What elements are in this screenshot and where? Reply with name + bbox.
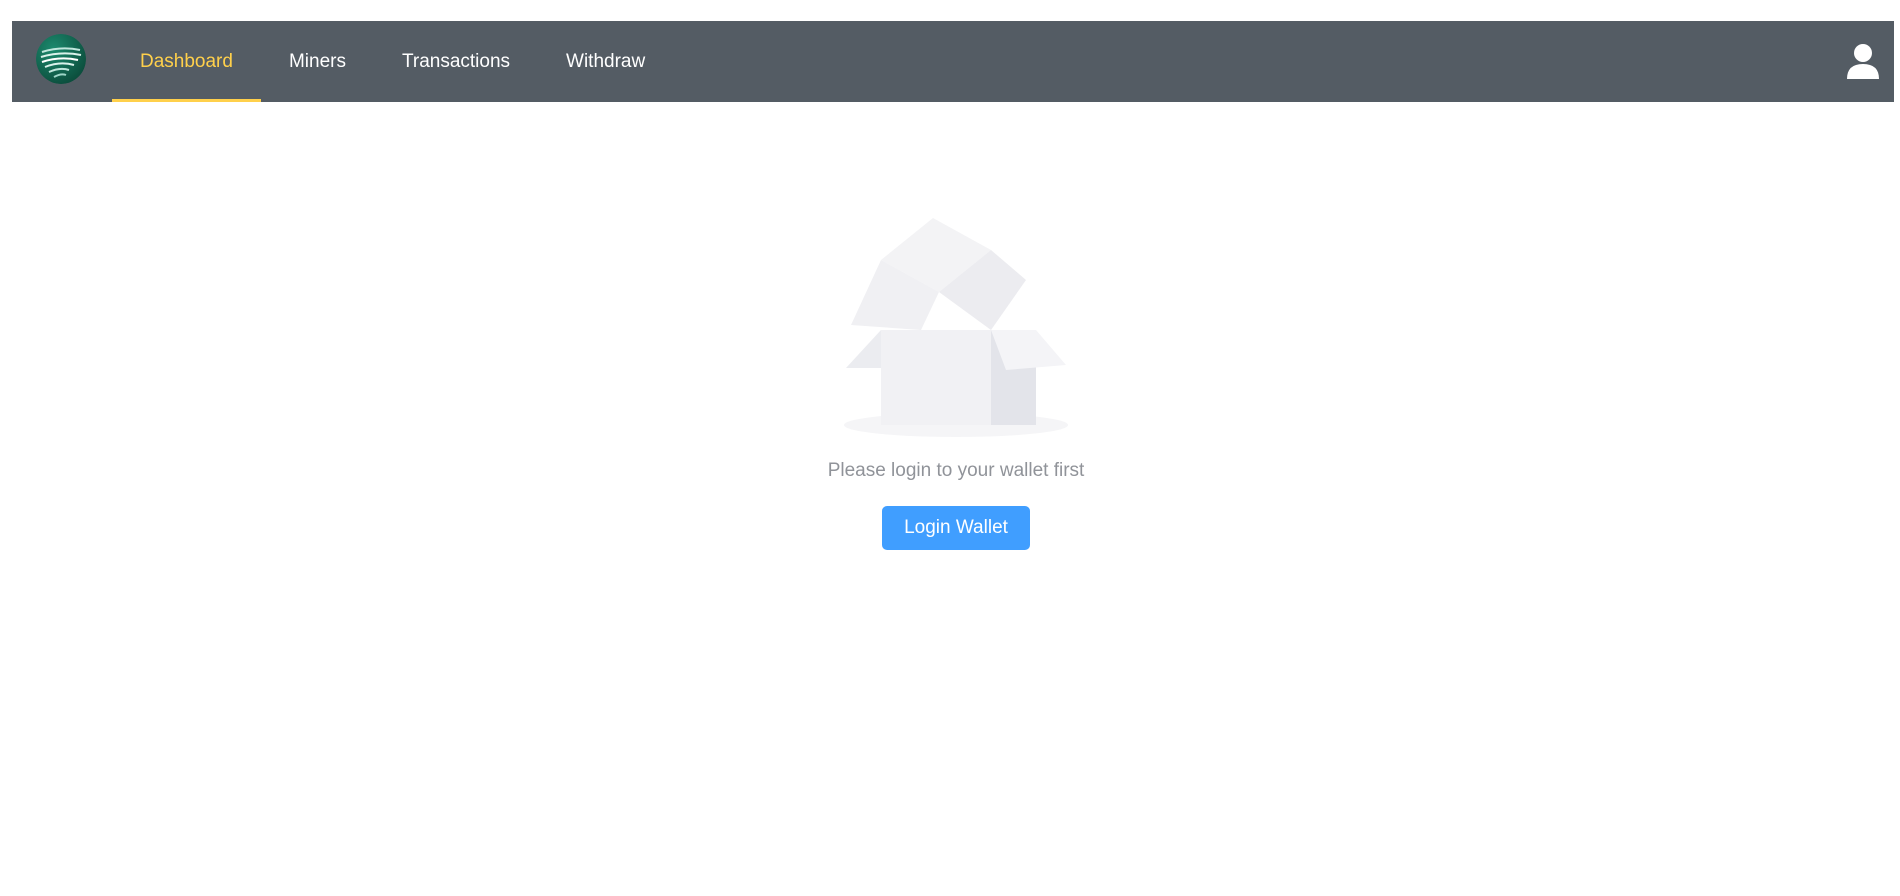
empty-box-icon (0, 210, 1900, 440)
nav-item-miners[interactable]: Miners (261, 21, 374, 102)
top-navbar: Dashboard Miners Transactions Withdraw (12, 21, 1894, 102)
empty-state: Please login to your wallet first Login … (0, 210, 1900, 550)
main-nav-menu: Dashboard Miners Transactions Withdraw (112, 21, 673, 102)
login-prompt-message: Please login to your wallet first (827, 460, 1085, 481)
nav-item-withdraw[interactable]: Withdraw (538, 21, 673, 102)
nav-item-transactions[interactable]: Transactions (374, 21, 538, 102)
globe-logo-icon[interactable] (36, 34, 86, 84)
login-wallet-button[interactable]: Login Wallet (882, 506, 1030, 550)
nav-item-dashboard[interactable]: Dashboard (112, 21, 261, 102)
user-icon[interactable] (1846, 43, 1880, 79)
